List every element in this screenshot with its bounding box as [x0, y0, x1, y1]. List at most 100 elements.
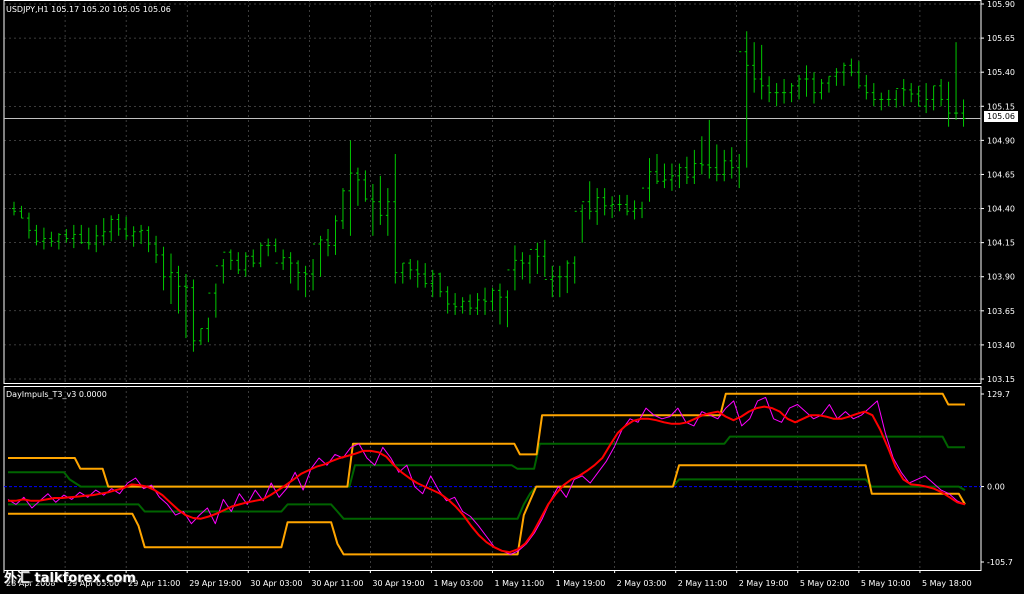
ohlc-bar	[41, 227, 46, 250]
ohlc-bar	[258, 242, 263, 268]
price-axis-label: 104.65	[987, 170, 1015, 179]
ohlc-bar	[722, 149, 727, 182]
ohlc-bar	[826, 75, 831, 93]
ohlc-bar	[520, 252, 525, 280]
ohlc-bar	[699, 136, 704, 175]
ohlc-bar	[886, 89, 891, 107]
indicator-axis-label: 129.7	[987, 390, 1010, 399]
ohlc-bar	[782, 79, 787, 104]
ohlc-bar	[707, 119, 712, 179]
ohlc-bar	[961, 99, 966, 127]
ohlc-bar	[408, 259, 413, 280]
ohlc-bar	[393, 154, 398, 284]
ohlc-bar	[243, 252, 248, 277]
ohlc-bar	[453, 293, 458, 315]
ohlc-bar	[871, 83, 876, 107]
price-axis-label: 103.40	[987, 341, 1015, 350]
ohlc-bar	[811, 72, 816, 104]
chart-window[interactable]: 105.90 105.65 105.40 105.15 104.90 104.65 104.…	[0, 0, 1024, 594]
ohlc-bar	[124, 216, 129, 240]
ohlc-bar	[161, 246, 166, 291]
time-axis-label: 1 May 19:00	[556, 579, 606, 588]
price-axis-label: 104.90	[987, 136, 1015, 145]
ohlc-bar	[662, 163, 667, 189]
ohlc-bar	[647, 158, 652, 202]
main-chart-title: USDJPY,H1 105.17 105.20 105.05 105.06	[6, 5, 171, 14]
time-axis-label: 2 May 19:00	[739, 579, 789, 588]
ohlc-bar	[318, 235, 323, 277]
price-axis-label: 103.15	[987, 375, 1015, 384]
ohlc-bar	[355, 167, 360, 206]
ohlc-bar	[490, 287, 495, 311]
indicator-series-upper-band	[8, 392, 965, 488]
ohlc-bar	[572, 210, 577, 284]
ohlc-bar	[475, 293, 480, 315]
ohlc-bar	[924, 83, 929, 114]
ohlc-bar	[617, 194, 622, 212]
ohlc-bar	[71, 224, 76, 249]
ohlc-bar	[849, 58, 854, 77]
ohlc-bar	[901, 79, 906, 107]
ohlc-bar	[385, 188, 390, 236]
ohlc-bar	[26, 212, 31, 239]
ohlc-bar	[34, 224, 39, 246]
ohlc-bar	[654, 154, 659, 184]
ohlc-bar	[669, 163, 674, 191]
ohlc-bar	[625, 194, 630, 216]
time-axis-label: 30 Apr 19:00	[372, 579, 424, 588]
ohlc-bar	[438, 272, 443, 298]
ohlc-bar	[19, 205, 24, 219]
chart-canvas[interactable]: 105.90 105.65 105.40 105.15 104.90 104.65 104.…	[0, 0, 1024, 594]
indicator-axis-label: -105.7	[987, 558, 1013, 567]
ohlc-bar	[677, 163, 682, 189]
ohlc-bar	[512, 245, 517, 291]
ohlc-bar	[236, 252, 241, 274]
price-axis-label: 105.65	[987, 34, 1015, 43]
price-axis-label: 105.15	[987, 102, 1015, 111]
ohlc-bar	[505, 269, 510, 328]
indicator-title: DayImpuls_T3_v3 0.0000	[6, 390, 107, 399]
ohlc-bar	[587, 181, 592, 220]
ohlc-bar	[348, 140, 353, 236]
ohlc-bar	[116, 214, 121, 236]
ohlc-bar	[251, 249, 256, 268]
ohlc-bar	[542, 239, 547, 280]
ohlc-bar	[139, 224, 144, 244]
ohlc-bar	[400, 262, 405, 284]
ohlc-bar	[169, 253, 174, 304]
indicator-axis-label: 0.00	[987, 483, 1005, 492]
ohlc-bar	[497, 283, 502, 325]
ohlc-bar	[954, 42, 959, 120]
ohlc-bar	[692, 149, 697, 184]
ohlc-bar	[109, 215, 114, 242]
ohlc-bar	[946, 81, 951, 127]
ohlc-bar	[856, 61, 861, 89]
ohlc-bar	[909, 83, 914, 103]
ohlc-bar	[378, 175, 383, 225]
ohlc-bar	[281, 249, 286, 270]
time-axis-label: 5 May 18:00	[922, 579, 972, 588]
ohlc-bar	[273, 238, 278, 264]
ohlc-bar	[333, 215, 338, 255]
ohlc-bar	[744, 31, 749, 168]
ohlc-bar	[213, 265, 218, 318]
time-axis-label: 30 Apr 11:00	[311, 579, 363, 588]
ohlc-bar	[460, 297, 465, 314]
time-axis-label: 1 May 11:00	[495, 579, 545, 588]
ohlc-bar	[363, 170, 368, 202]
ohlc-bar	[774, 83, 779, 107]
ohlc-bar	[939, 79, 944, 107]
price-axis-label: 103.65	[987, 307, 1015, 316]
ohlc-bar	[430, 269, 435, 298]
ohlc-bar	[154, 235, 159, 264]
watermark: 外汇 talkforex.com	[4, 571, 136, 586]
ohlc-bar	[468, 294, 473, 315]
ohlc-bar	[311, 243, 316, 291]
ohlc-bar	[296, 260, 301, 291]
ohlc-bar	[804, 65, 809, 97]
ohlc-bar	[228, 249, 233, 270]
ohlc-bar	[101, 218, 106, 246]
ohlc-bar	[56, 233, 61, 250]
ohlc-bar	[894, 88, 899, 108]
ohlc-bar	[684, 156, 689, 184]
